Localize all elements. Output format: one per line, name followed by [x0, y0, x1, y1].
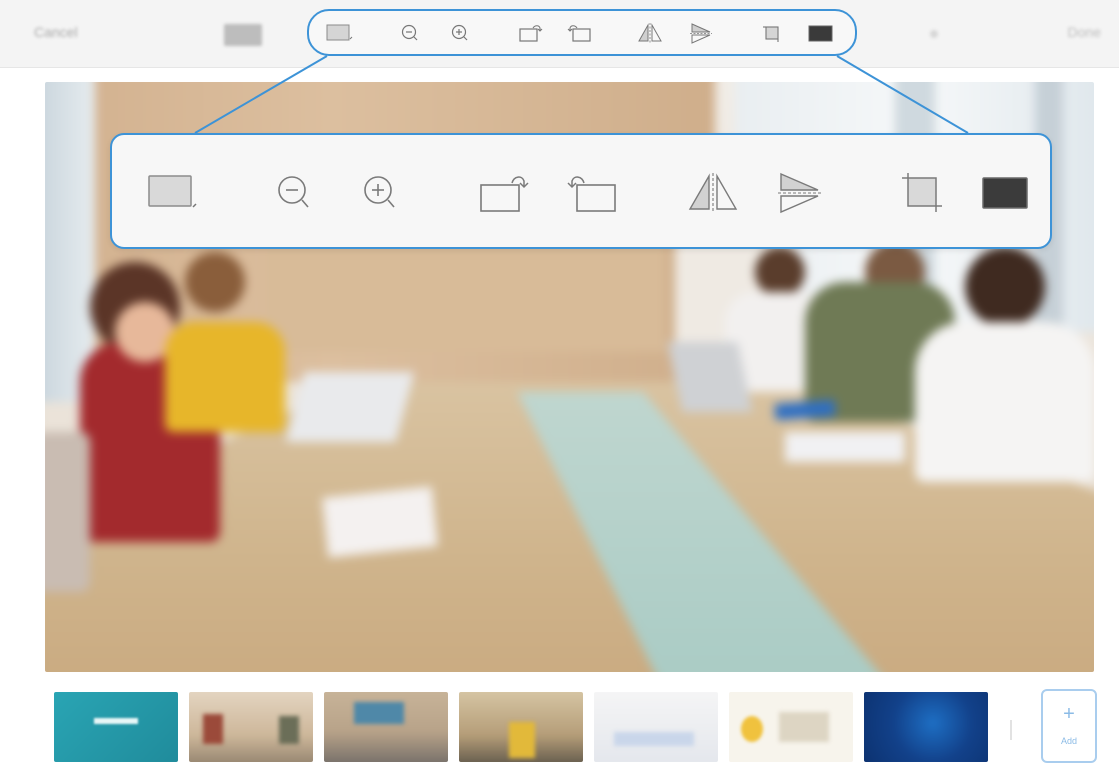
flip-vertical-icon[interactable]	[776, 171, 824, 215]
flip-vertical-icon[interactable]	[689, 22, 713, 44]
cancel-button[interactable]: Cancel	[34, 24, 78, 40]
thumb-team-photo[interactable]	[459, 692, 583, 762]
slide-preview-thumbnail	[224, 24, 262, 46]
image-edit-toolbar	[307, 9, 857, 56]
background-color-icon[interactable]	[146, 171, 202, 215]
thumb-world-map[interactable]	[864, 692, 988, 762]
rotate-right-icon[interactable]	[478, 171, 536, 215]
add-slide-button[interactable]: + Add	[1041, 689, 1097, 763]
rotate-right-icon[interactable]	[517, 22, 545, 44]
fill-frame-icon[interactable]	[807, 22, 835, 44]
thumb-meeting-room-2[interactable]	[324, 692, 448, 762]
fill-frame-icon[interactable]	[980, 171, 1030, 215]
zoom-out-icon[interactable]	[272, 171, 320, 215]
flip-horizontal-icon[interactable]	[637, 22, 663, 44]
rotate-left-icon[interactable]	[565, 22, 593, 44]
thumb-title-slide[interactable]	[54, 692, 178, 762]
rotate-left-icon[interactable]	[562, 171, 620, 215]
strip-divider	[1010, 720, 1012, 740]
top-bar: Cancel Done	[0, 0, 1119, 68]
thumb-diagram-slide[interactable]	[594, 692, 718, 762]
flip-horizontal-icon[interactable]	[686, 171, 740, 215]
add-slide-label: Add	[1060, 736, 1077, 746]
zoom-in-icon[interactable]	[449, 22, 471, 44]
status-dot	[930, 30, 938, 38]
crop-icon[interactable]	[898, 171, 946, 215]
plus-icon: +	[1063, 703, 1075, 725]
background-color-icon[interactable]	[325, 22, 353, 44]
crop-icon[interactable]	[761, 22, 783, 44]
thumb-lightbulb-slide[interactable]	[729, 692, 853, 762]
done-button[interactable]: Done	[1068, 24, 1101, 40]
zoom-in-icon[interactable]	[358, 171, 406, 215]
zoom-out-icon[interactable]	[399, 22, 421, 44]
image-edit-toolbar-zoomed	[110, 133, 1052, 249]
thumb-meeting-room-1[interactable]	[189, 692, 313, 762]
slide-thumbnail-strip: + Add	[0, 680, 1119, 775]
